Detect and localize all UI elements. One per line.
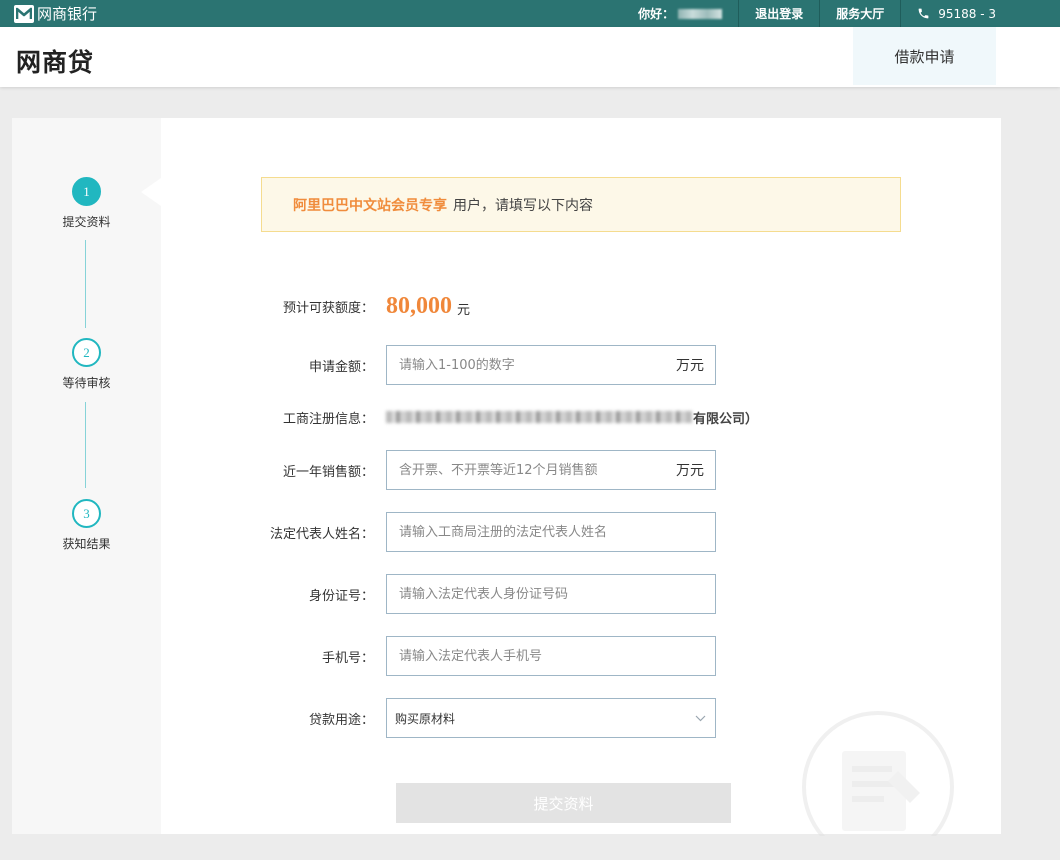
quota-value: 80,000: [386, 292, 452, 319]
brand-logo-icon: [14, 4, 34, 23]
amount-row: 申请金额： 万元: [264, 345, 904, 385]
product-logo[interactable]: 网商贷: [16, 43, 94, 79]
step-number: 3: [72, 499, 101, 528]
greeting-label: 你好：: [638, 7, 675, 21]
purpose-select[interactable]: 购买原材料: [386, 698, 716, 738]
registration-info: 有限公司）: [386, 408, 758, 427]
sales-label: 近一年销售额：: [282, 464, 374, 480]
registration-blurred: [386, 411, 692, 423]
application-card: 1 提交资料 2 等待审核 3 获知结果 阿里巴巴中文站会员专享 用户，请填写以…: [12, 118, 1001, 860]
step-connector: [85, 240, 86, 328]
legal-name-field: [386, 512, 716, 552]
step-result: 3 获知结果: [12, 499, 161, 552]
phone-label: 手机号：: [321, 650, 374, 666]
notice-highlight: 阿里巴巴中文站会员专享: [293, 197, 447, 214]
top-bar: 网商银行 你好： 退出登录 服务大厅 95188 - 3: [0, 0, 1060, 27]
legal-name-row: 法定代表人姓名：: [264, 512, 904, 552]
phone-field: [386, 636, 716, 676]
quota-row: 预计可获额度： 80,000 元: [264, 288, 904, 324]
hotline: 95188 - 3: [900, 0, 1060, 27]
member-notice: 阿里巴巴中文站会员专享 用户，请填写以下内容: [261, 177, 901, 232]
step-submit: 1 提交资料: [12, 177, 161, 230]
document-watermark-icon: [802, 711, 962, 860]
tab-loan-application[interactable]: 借款申请: [853, 27, 996, 85]
user-greeting: 你好：: [622, 0, 738, 27]
sales-unit: 万元: [676, 463, 704, 479]
legal-name-input[interactable]: [387, 513, 715, 551]
registration-row: 工商注册信息： 有限公司）: [264, 407, 904, 427]
amount-label: 申请金额：: [308, 359, 374, 375]
registration-label: 工商注册信息：: [282, 411, 374, 427]
top-right-nav: 你好： 退出登录 服务大厅 95188 - 3: [622, 0, 1060, 27]
sales-field: 万元: [386, 450, 716, 490]
phone-input[interactable]: [387, 637, 715, 675]
step-number: 1: [72, 177, 101, 206]
step-label: 等待审核: [62, 376, 111, 390]
username-blurred: [678, 8, 723, 19]
id-number-field: [386, 574, 716, 614]
page-header: 网商贷 借款申请: [0, 27, 1060, 87]
phone-icon: [917, 7, 930, 20]
quota-label: 预计可获额度：: [282, 300, 374, 316]
brand-name: 网商银行: [37, 5, 98, 23]
step-number: 2: [72, 338, 101, 367]
hotline-number: 95188 - 3: [938, 6, 996, 21]
amount-field: 万元: [386, 345, 716, 385]
id-number-input[interactable]: [387, 575, 715, 613]
step-sidebar: 1 提交资料 2 等待审核 3 获知结果: [12, 118, 161, 834]
sales-input[interactable]: [387, 451, 676, 489]
logout-link[interactable]: 退出登录: [738, 0, 819, 27]
amount-input[interactable]: [387, 346, 676, 384]
legal-name-label: 法定代表人姓名：: [269, 526, 374, 542]
id-number-row: 身份证号：: [264, 574, 904, 614]
brand[interactable]: 网商银行: [14, 4, 97, 23]
step-review: 2 等待审核: [12, 338, 161, 391]
step-connector: [85, 402, 86, 488]
purpose-label: 贷款用途：: [308, 712, 374, 728]
quota-unit: 元: [457, 302, 471, 318]
step-label: 提交资料: [62, 215, 111, 229]
service-hall-link[interactable]: 服务大厅: [819, 0, 900, 27]
notice-text: 用户，请填写以下内容: [453, 197, 593, 214]
submit-button[interactable]: 提交资料: [396, 783, 731, 823]
step-label: 获知结果: [62, 537, 111, 551]
purpose-selected: 购买原材料: [395, 711, 456, 726]
sales-row: 近一年销售额： 万元: [264, 450, 904, 490]
phone-row: 手机号：: [264, 636, 904, 676]
id-number-label: 身份证号：: [308, 588, 374, 604]
chevron-down-icon: [695, 715, 706, 722]
amount-unit: 万元: [676, 358, 704, 374]
registration-suffix: 有限公司）: [693, 411, 759, 427]
